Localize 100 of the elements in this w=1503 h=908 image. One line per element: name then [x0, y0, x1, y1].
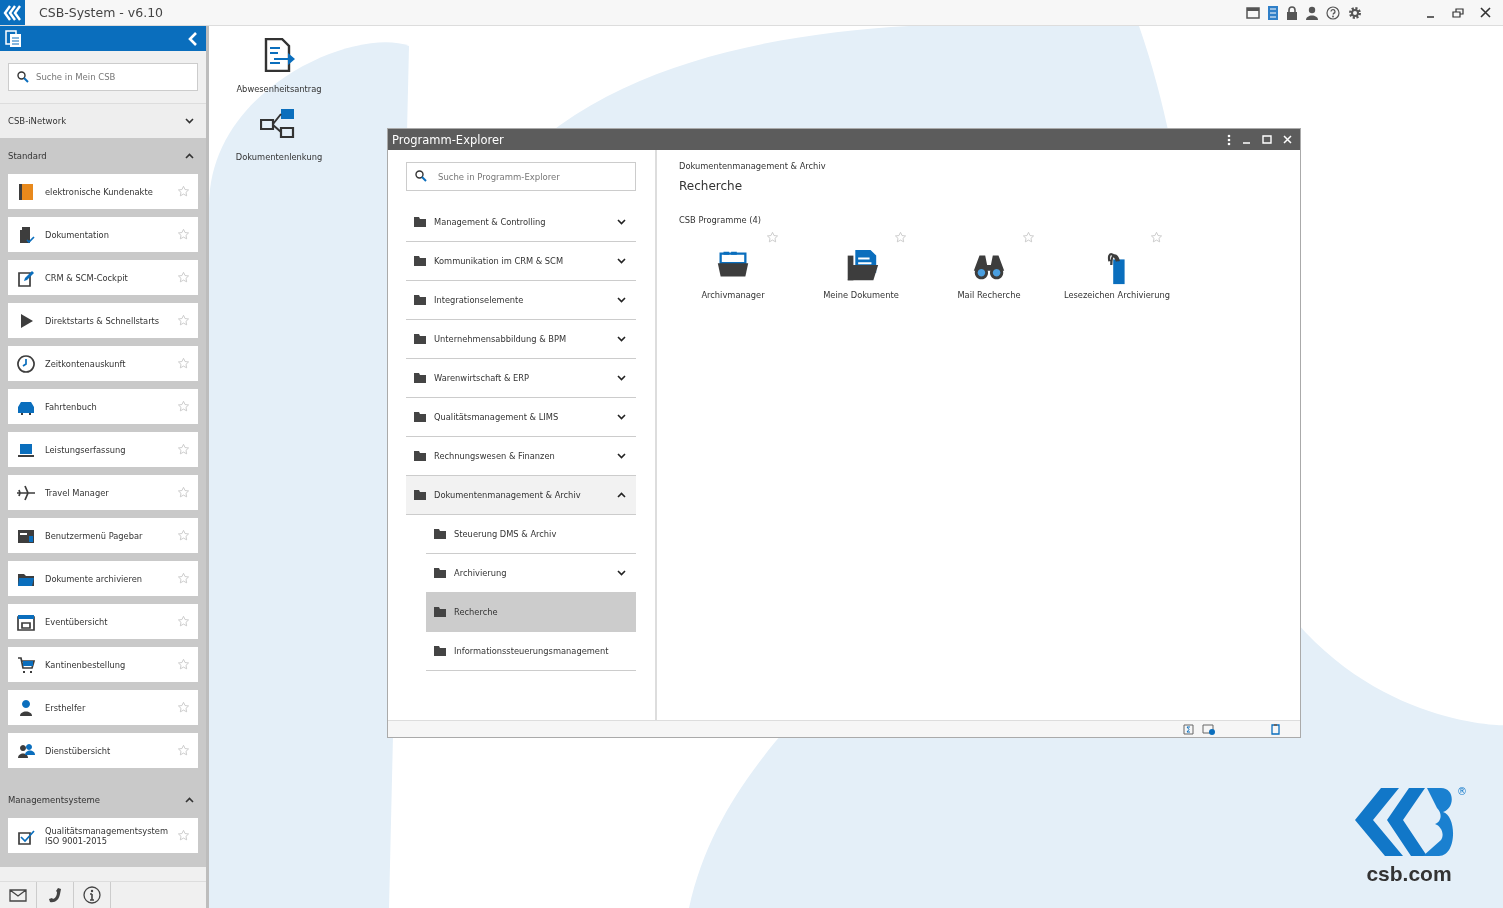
chevron-icon	[185, 118, 194, 124]
desktop-shortcut[interactable]: Abwesenheitsantrag	[209, 38, 349, 94]
tree-item[interactable]: Kommunikation im CRM & SCM	[406, 242, 636, 281]
sum-icon[interactable]	[1183, 723, 1194, 735]
program-tile[interactable]: Meine Dokumente	[823, 248, 899, 300]
folder-icon	[434, 607, 446, 617]
program-tile[interactable]: Archivmanager	[701, 248, 765, 300]
chevron-icon	[617, 414, 626, 420]
star-icon[interactable]	[177, 357, 190, 370]
sidebar-item[interactable]: CRM & SCM-Cockpit	[8, 260, 198, 295]
tree-item[interactable]: Warenwirtschaft & ERP	[406, 359, 636, 398]
user-icon[interactable]	[1306, 5, 1318, 20]
star-icon[interactable]	[177, 829, 190, 842]
more-icon[interactable]	[1227, 133, 1231, 146]
star-icon[interactable]	[1022, 231, 1035, 244]
chevron-icon	[617, 570, 626, 576]
logo-text: csb.com	[1366, 862, 1452, 886]
collapse-icon[interactable]	[188, 31, 198, 46]
folder-icon	[434, 529, 446, 539]
star-icon[interactable]	[894, 231, 907, 244]
program-icon	[16, 654, 36, 675]
sidebar-item[interactable]: Leistungserfassung	[8, 432, 198, 467]
lock-icon[interactable]	[1286, 5, 1298, 20]
phone-icon	[48, 887, 62, 903]
folder-icon	[414, 412, 426, 422]
star-icon[interactable]	[177, 314, 190, 327]
section-label: CSB Programme (4)	[679, 215, 761, 225]
folder-icon	[414, 256, 426, 266]
star-icon[interactable]	[766, 231, 779, 244]
sidebar-item[interactable]: Dienstübersicht	[8, 733, 198, 768]
sidebar-item[interactable]: Dokumente archivieren	[8, 561, 198, 596]
star-icon[interactable]	[177, 228, 190, 241]
window-check-icon[interactable]	[1202, 723, 1215, 735]
chevron-icon	[617, 336, 626, 342]
star-icon[interactable]	[177, 529, 190, 542]
chevron-icon	[617, 492, 626, 498]
window-icon[interactable]	[1246, 6, 1260, 19]
sidebar-item[interactable]: Dokumentation	[8, 217, 198, 252]
document-arrow-icon	[262, 38, 296, 72]
info-icon	[83, 886, 101, 904]
program-tile[interactable]: Lesezeichen Archivierung	[1063, 248, 1171, 300]
tree-item[interactable]: Qualitätsmanagement & LIMS	[406, 398, 636, 437]
registered-mark: ®	[1457, 786, 1467, 797]
sidebar-item[interactable]: Travel Manager	[8, 475, 198, 510]
star-icon[interactable]	[177, 658, 190, 671]
star-icon[interactable]	[177, 486, 190, 499]
sidebar-item[interactable]: Kantinenbestellung	[8, 647, 198, 682]
sidebar-item[interactable]: Direktstarts & Schnellstarts	[8, 303, 198, 338]
list-icon[interactable]	[1268, 5, 1278, 20]
star-icon[interactable]	[177, 271, 190, 284]
documents-icon[interactable]	[5, 29, 23, 48]
folder-icon	[414, 373, 426, 383]
folder-icon	[414, 490, 426, 500]
folder-icon	[434, 568, 446, 578]
tree-item[interactable]: Dokumentenmanagement & Archiv	[406, 476, 636, 515]
chevron-icon	[185, 153, 194, 159]
tree-item[interactable]: Steuerung DMS & Archiv	[426, 515, 636, 554]
help-icon[interactable]	[1326, 5, 1340, 20]
section-header[interactable]: Standard	[0, 138, 206, 174]
star-icon[interactable]	[177, 701, 190, 714]
program-icon	[16, 181, 36, 202]
star-icon[interactable]	[177, 572, 190, 585]
maximize-icon[interactable]	[1262, 135, 1272, 144]
tree-item[interactable]: Integrationselemente	[406, 281, 636, 320]
clipboard-icon[interactable]	[1271, 723, 1280, 735]
star-icon[interactable]	[177, 615, 190, 628]
tree-item[interactable]: Unternehmensabbildung & BPM	[406, 320, 636, 359]
sidebar-item[interactable]: Fahrtenbuch	[8, 389, 198, 424]
sidebar-item[interactable]: Benutzermenü Pagebar	[8, 518, 198, 553]
folder-icon	[414, 334, 426, 344]
star-icon[interactable]	[177, 744, 190, 757]
search-field[interactable]: Suche in Mein CSB	[8, 63, 198, 91]
settings-icon[interactable]	[1348, 5, 1362, 20]
chevron-icon	[617, 375, 626, 381]
tree-item[interactable]: Informationssteuerungsmanagement	[426, 632, 636, 671]
star-icon[interactable]	[177, 400, 190, 413]
program-tile[interactable]: Mail Recherche	[957, 248, 1021, 300]
restore-icon[interactable]	[1452, 7, 1464, 18]
star-icon[interactable]	[1150, 231, 1163, 244]
sidebar-item[interactable]: Ersthelfer	[8, 690, 198, 725]
search-field[interactable]: Suche in Programm-Explorer	[406, 162, 636, 191]
sidebar-item[interactable]: elektronische Kundenakte	[8, 174, 198, 209]
breadcrumb: Dokumentenmanagement & Archiv	[679, 161, 826, 171]
section-header[interactable]: CSB-iNetwork	[0, 104, 206, 138]
tree-item[interactable]: Recherche	[426, 593, 636, 632]
chevron-icon	[617, 219, 626, 225]
sidebar-item[interactable]: Qualitätsmanagementsystem ISO 9001-2015	[8, 818, 198, 853]
search-icon	[17, 71, 29, 83]
tree-item[interactable]: Management & Controlling	[406, 203, 636, 242]
star-icon[interactable]	[177, 443, 190, 456]
folder-icon	[414, 295, 426, 305]
desktop-shortcut[interactable]: Dokumentenlenkung	[209, 108, 349, 162]
sidebar-item[interactable]: Eventübersicht	[8, 604, 198, 639]
chevron-icon	[617, 453, 626, 459]
folder-icon	[414, 217, 426, 227]
window-title: CSB-System - v6.10	[39, 5, 164, 20]
star-icon[interactable]	[177, 185, 190, 198]
close-icon[interactable]	[1480, 7, 1491, 18]
section-header[interactable]: Managementsysteme	[0, 782, 206, 818]
sidebar-item[interactable]: Zeitkontenauskunft	[8, 346, 198, 381]
